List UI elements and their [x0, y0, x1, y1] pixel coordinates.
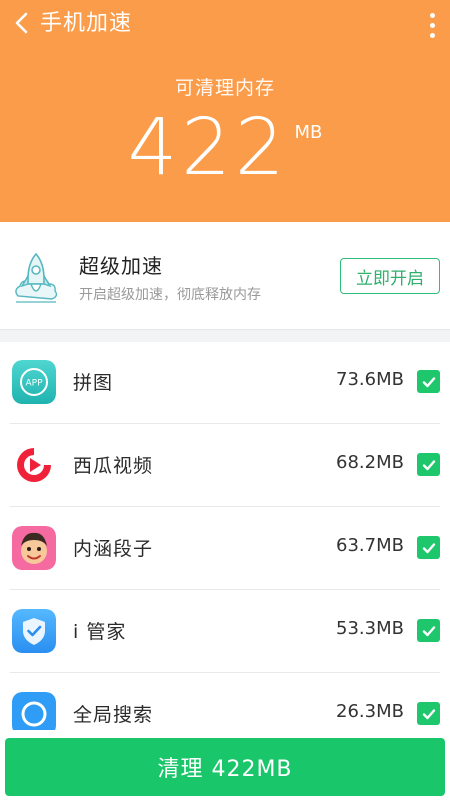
- chevron-left-icon: [15, 12, 28, 34]
- app-checkbox[interactable]: [417, 702, 440, 725]
- app-checkbox[interactable]: [417, 536, 440, 559]
- checkmark-icon: [422, 708, 435, 719]
- bottom-bar: 清理 422MB: [0, 730, 450, 800]
- xigua-video-icon: [12, 443, 56, 487]
- memory-value: 422: [127, 103, 289, 193]
- app-name: 全局搜索: [73, 704, 154, 726]
- memory-unit: MB: [294, 122, 323, 143]
- app-size: 26.3MB: [336, 701, 404, 722]
- svg-text:APP: APP: [25, 379, 43, 389]
- app-name: i 管家: [73, 621, 127, 643]
- list-item[interactable]: APP 拼图 73.6MB: [0, 342, 450, 424]
- list-item[interactable]: 西瓜视频 68.2MB: [0, 425, 450, 507]
- list-item[interactable]: 内涵段子 63.7MB: [0, 508, 450, 590]
- app-checkbox[interactable]: [417, 619, 440, 642]
- header: 手机加速 可清理内存 422 MB: [0, 0, 450, 222]
- more-dots-icon: [429, 12, 435, 18]
- app-size: 53.3MB: [336, 618, 404, 639]
- app-icon: APP: [12, 360, 56, 404]
- checkmark-icon: [422, 459, 435, 470]
- shield-icon: [12, 609, 56, 653]
- app-size: 63.7MB: [336, 535, 404, 556]
- list-item[interactable]: i 管家 53.3MB: [0, 591, 450, 673]
- app-checkbox[interactable]: [417, 370, 440, 393]
- page-title: 手机加速: [40, 11, 133, 36]
- app-name: 西瓜视频: [73, 455, 154, 477]
- rocket-icon: [15, 252, 58, 303]
- super-boost-card: 超级加速 开启超级加速，彻底释放内存 立即开启: [0, 222, 450, 330]
- more-menu-button[interactable]: [422, 8, 442, 42]
- checkmark-icon: [422, 625, 435, 636]
- checkmark-icon: [422, 376, 435, 387]
- clean-button[interactable]: 清理 422MB: [5, 738, 445, 796]
- checkmark-icon: [422, 542, 435, 553]
- app-size: 73.6MB: [336, 369, 404, 390]
- app-name: 内涵段子: [73, 538, 154, 560]
- memory-readout: 422 MB: [0, 108, 450, 188]
- enable-boost-button[interactable]: 立即开启: [340, 258, 440, 294]
- memory-label: 可清理内存: [174, 77, 275, 99]
- app-name: 拼图: [73, 372, 114, 394]
- app-size: 68.2MB: [336, 452, 404, 473]
- back-button[interactable]: [6, 6, 36, 40]
- super-boost-subtitle: 开启超级加速，彻底释放内存: [79, 287, 261, 303]
- neihan-duanzi-icon: [12, 526, 56, 570]
- super-boost-title: 超级加速: [79, 254, 163, 278]
- app-checkbox[interactable]: [417, 453, 440, 476]
